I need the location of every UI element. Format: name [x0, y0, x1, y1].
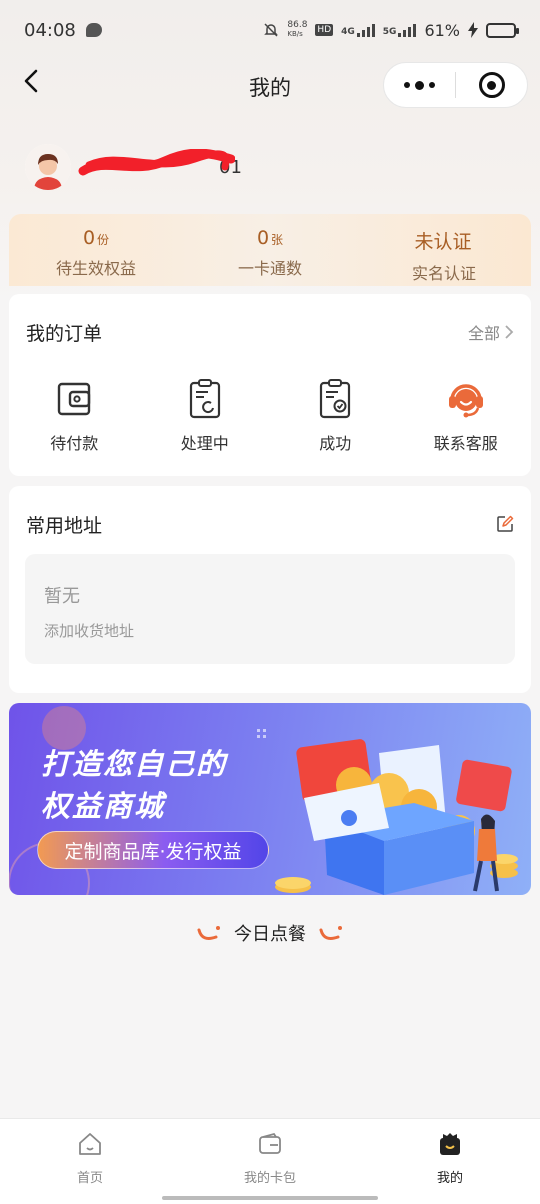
all-orders-link[interactable]: 全部 [468, 320, 514, 344]
clipboard-check-icon [320, 379, 351, 419]
stat-label: 一卡通数 [237, 259, 302, 278]
stat-cards[interactable]: 0 张 一卡通数 [183, 214, 357, 286]
status-bar: 04:08 86.8 KB/s HD 4G 5G 61% [0, 0, 540, 60]
gift-box-illustration [275, 739, 518, 895]
orders-card: 我的订单 全部 待付款 处理中 成功 联系客服 [9, 294, 531, 476]
banner-cta-pill[interactable]: 定制商品库·发行权益 [37, 831, 269, 869]
profile-bag-icon [440, 1133, 460, 1155]
tab-home[interactable]: 首页 [0, 1119, 180, 1204]
tab-mine[interactable]: 我的 [360, 1119, 540, 1204]
clipboard-processing-icon [189, 379, 220, 419]
chevron-right-icon [505, 325, 514, 339]
redaction-scribble [78, 148, 235, 175]
smile-arc-icon [319, 926, 342, 940]
sim1-signal: 4G [341, 23, 375, 37]
today-order-section[interactable]: 今日点餐 [0, 920, 540, 946]
stats-strip: 0 份 待生效权益 0 张 一卡通数 未认证 实名认证 [9, 214, 531, 286]
address-title: 常用地址 [26, 514, 103, 537]
hd-badge: HD [315, 24, 334, 36]
more-options-button[interactable] [384, 63, 455, 107]
home-icon [79, 1133, 101, 1155]
stat-unit: 份 [97, 233, 110, 247]
stat-verification[interactable]: 未认证 实名认证 [357, 214, 531, 286]
mini-program-capsule [383, 62, 528, 108]
signal-bars-icon [356, 23, 375, 37]
order-pending-payment[interactable]: 待付款 [9, 378, 140, 454]
status-time: 04:08 [24, 19, 76, 41]
banner-title-line1: 打造您自己的 [41, 747, 228, 781]
mute-bell-icon [264, 23, 279, 37]
order-customer-service[interactable]: 联系客服 [401, 378, 532, 454]
tab-card-wallet[interactable]: 我的卡包 [180, 1119, 360, 1204]
battery-percent: 61% [424, 20, 460, 40]
add-address-box[interactable]: 暂无 添加收货地址 [25, 554, 515, 664]
battery-icon [486, 22, 519, 38]
status-indicators: 86.8 KB/s HD 4G 5G 61% [263, 20, 519, 40]
order-success[interactable]: 成功 [270, 378, 401, 454]
charging-bolt-icon [468, 22, 478, 38]
close-mini-program-button[interactable] [456, 63, 527, 107]
target-circle-icon [478, 72, 505, 98]
signal-bars-icon [398, 23, 417, 37]
order-processing[interactable]: 处理中 [140, 378, 271, 454]
card-wallet-icon [259, 1132, 281, 1154]
stat-value: 0 [256, 227, 270, 249]
today-order-label: 今日点餐 [234, 924, 306, 945]
net-speed: 86.8 KB/s [287, 20, 308, 39]
stat-value: 0 [82, 227, 96, 249]
avatar[interactable] [25, 144, 71, 190]
stat-label: 实名认证 [411, 264, 476, 283]
avatar-illustration [25, 144, 71, 190]
bottom-tab-bar: 首页 我的卡包 我的 [0, 1118, 540, 1204]
smile-arc-icon [197, 926, 220, 940]
stat-value: 未认证 [414, 231, 472, 253]
customer-service-icon [448, 384, 483, 418]
stat-label: 待生效权益 [55, 259, 136, 278]
user-profile[interactable]: 01 [25, 143, 242, 191]
stat-pending-benefits[interactable]: 0 份 待生效权益 [9, 214, 183, 286]
wallet-icon [58, 382, 91, 416]
user-name: 01 [78, 148, 242, 178]
nav-bar: 我的 [0, 62, 540, 110]
sim2-signal: 5G [383, 23, 417, 37]
promo-banner[interactable]: 打造您自己的 权益商城 定制商品库·发行权益 [9, 703, 531, 895]
message-notification-icon [85, 23, 102, 37]
address-card: 常用地址 暂无 添加收货地址 [9, 486, 531, 693]
edit-icon[interactable] [496, 515, 514, 533]
stat-unit: 张 [271, 233, 284, 247]
banner-title-line2: 权益商城 [41, 789, 166, 823]
orders-title: 我的订单 [26, 322, 103, 345]
home-indicator[interactable] [162, 1196, 378, 1200]
add-address-hint: 添加收货地址 [44, 622, 135, 640]
address-empty-text: 暂无 [44, 586, 80, 607]
